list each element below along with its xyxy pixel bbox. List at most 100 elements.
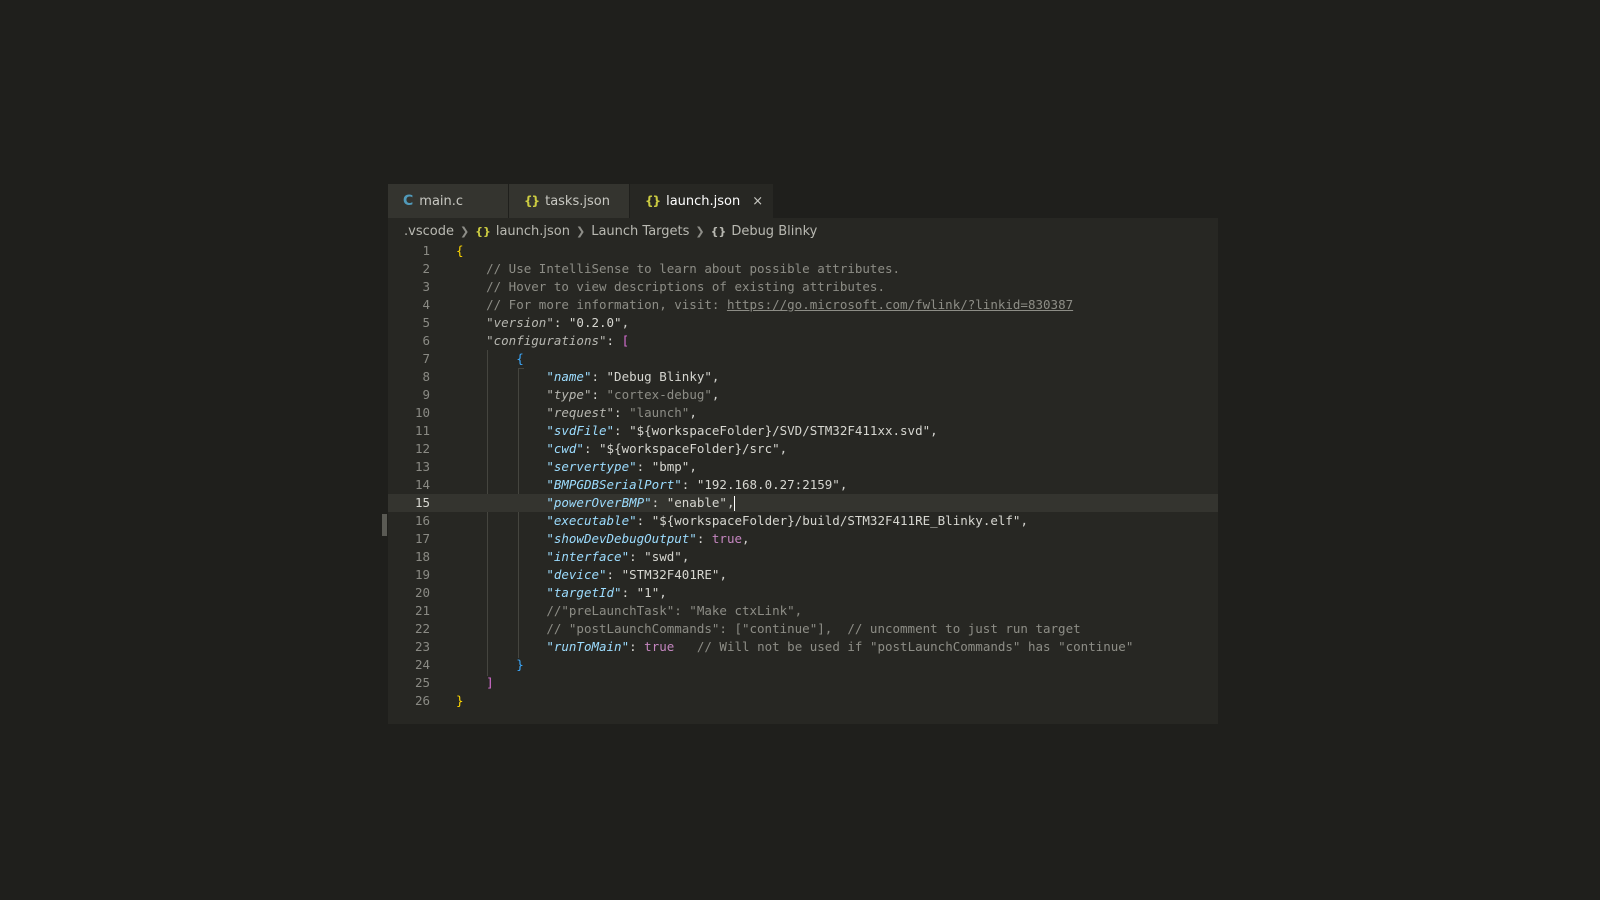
json-key: "runToMain" (546, 639, 630, 654)
json-key: "version" (486, 315, 554, 330)
code-line[interactable]: 17 "showDevDebugOutput": true, (388, 530, 1218, 548)
line-number: 9 (422, 387, 430, 402)
json-key: "cwd" (546, 441, 584, 456)
editor-group: C main.c {} tasks.json {} launch.json × … (382, 184, 1218, 724)
json-file-icon: {} (475, 224, 491, 238)
brace: { (516, 351, 524, 366)
chevron-right-icon: ❯ (459, 224, 470, 238)
code-line[interactable]: 24 } (388, 656, 1218, 674)
json-value: "${workspaceFolder}/SVD/STM32F411xx.svd" (629, 423, 931, 438)
json-key: "executable" (546, 513, 637, 528)
line-number: 2 (422, 261, 430, 276)
json-key: "request" (546, 405, 615, 420)
json-value: "swd" (644, 549, 682, 564)
line-number: 12 (414, 441, 430, 456)
chevron-right-icon: ❯ (695, 224, 705, 238)
json-value: "cortex-debug" (606, 387, 712, 402)
code-line[interactable]: 26} (388, 692, 1218, 710)
code-line[interactable]: 11 "svdFile": "${workspaceFolder}/SVD/ST… (388, 422, 1218, 440)
json-key: "name" (546, 369, 592, 384)
tab-label: launch.json (666, 193, 741, 209)
json-value: "${workspaceFolder}/build/STM32F411RE_Bl… (651, 513, 1021, 528)
code-line[interactable]: 19 "device": "STM32F401RE", (388, 566, 1218, 584)
comment: // Will not be used if "postLaunchComman… (696, 639, 1134, 654)
close-icon[interactable]: × (752, 194, 763, 209)
code-line[interactable]: 8 "name": "Debug Blinky", (388, 368, 1218, 386)
breadcrumb-file[interactable]: launch.json (496, 224, 570, 239)
json-key: "svdFile" (546, 423, 615, 438)
line-number: 11 (414, 423, 430, 438)
tab-label: tasks.json (545, 193, 610, 209)
line-number: 3 (422, 279, 430, 294)
comment: // "postLaunchCommands": ["continue"], /… (546, 621, 1081, 636)
line-number: 18 (414, 549, 430, 564)
json-value: "launch" (629, 405, 690, 420)
code-line[interactable]: 10 "request": "launch", (388, 404, 1218, 422)
json-key: "BMPGDBSerialPort" (546, 477, 682, 492)
line-number: 23 (414, 639, 430, 654)
code-line[interactable]: 25 ] (388, 674, 1218, 692)
line-number: 20 (414, 585, 430, 600)
code-line[interactable]: 14 "BMPGDBSerialPort": "192.168.0.27:215… (388, 476, 1218, 494)
line-number: 4 (422, 297, 430, 312)
code-line[interactable]: 5 "version": "0.2.0", (388, 314, 1218, 332)
json-value: true (711, 531, 742, 546)
line-number: 22 (414, 621, 430, 636)
code-line[interactable]: 6 "configurations": [ (388, 332, 1218, 350)
brace: { (456, 243, 464, 258)
json-key: "powerOverBMP" (546, 495, 652, 510)
code-line[interactable]: 12 "cwd": "${workspaceFolder}/src", (388, 440, 1218, 458)
line-number: 19 (414, 567, 430, 582)
text-cursor (734, 496, 736, 511)
comment-link[interactable]: https://go.microsoft.com/fwlink/?linkid=… (727, 297, 1073, 312)
code-line[interactable]: 2 // Use IntelliSense to learn about pos… (388, 260, 1218, 278)
code-line[interactable]: 9 "type": "cortex-debug", (388, 386, 1218, 404)
code-line[interactable]: 23 "runToMain": true // Will not be used… (388, 638, 1218, 656)
line-number: 10 (414, 405, 430, 420)
line-number: 7 (422, 351, 430, 366)
comment: //"preLaunchTask": "Make ctxLink", (546, 603, 803, 618)
line-number: 8 (422, 369, 430, 384)
code-line[interactable]: 7 { (388, 350, 1218, 368)
comment: // Hover to view descriptions of existin… (486, 279, 885, 294)
code-line[interactable]: 1{ (388, 242, 1218, 260)
json-value: "enable" (666, 495, 727, 510)
object-icon: {} (710, 224, 727, 238)
tab-tasks-json[interactable]: {} tasks.json (509, 184, 629, 218)
code-line[interactable]: 4 // For more information, visit: https:… (388, 296, 1218, 314)
json-value: "1" (636, 585, 660, 600)
code-line[interactable]: 18 "interface": "swd", (388, 548, 1218, 566)
bracket: ] (486, 675, 494, 690)
breadcrumb-item[interactable]: Debug Blinky (731, 224, 817, 239)
code-line[interactable]: 20 "targetId": "1", (388, 584, 1218, 602)
tab-label: main.c (419, 193, 464, 209)
line-number: 6 (422, 333, 430, 348)
json-key: "configurations" (486, 333, 607, 348)
brace: } (456, 693, 464, 708)
line-number: 26 (414, 693, 430, 708)
brace: } (516, 657, 524, 672)
line-number: 25 (414, 675, 430, 690)
code-line[interactable]: 22 // "postLaunchCommands": ["continue"]… (388, 620, 1218, 638)
json-value: "192.168.0.27:2159" (696, 477, 840, 492)
chevron-right-icon: ❯ (576, 224, 586, 238)
json-key: "showDevDebugOutput" (546, 531, 697, 546)
json-value: "0.2.0" (568, 315, 622, 330)
breadcrumb-section[interactable]: Launch Targets (591, 224, 689, 239)
code-line[interactable]: 13 "servertype": "bmp", (388, 458, 1218, 476)
json-key: "device" (546, 567, 607, 582)
json-key: "type" (546, 387, 592, 402)
json-value: true (644, 639, 675, 654)
line-number: 15 (414, 495, 430, 510)
line-number: 17 (414, 531, 430, 546)
code-line[interactable]: 16 "executable": "${workspaceFolder}/bui… (388, 512, 1218, 530)
code-line[interactable]: 21 //"preLaunchTask": "Make ctxLink", (388, 602, 1218, 620)
tab-launch-json[interactable]: {} launch.json × (630, 184, 774, 218)
code-line[interactable]: 3 // Hover to view descriptions of exist… (388, 278, 1218, 296)
code-line-current[interactable]: 15 "powerOverBMP": "enable", (388, 494, 1218, 512)
code-area[interactable]: 1{ 2 // Use IntelliSense to learn about … (388, 242, 1218, 710)
breadcrumb-folder[interactable]: .vscode (404, 224, 454, 239)
tab-main-c[interactable]: C main.c (388, 184, 508, 218)
json-key: "targetId" (546, 585, 622, 600)
json-value: "STM32F401RE" (621, 567, 720, 582)
